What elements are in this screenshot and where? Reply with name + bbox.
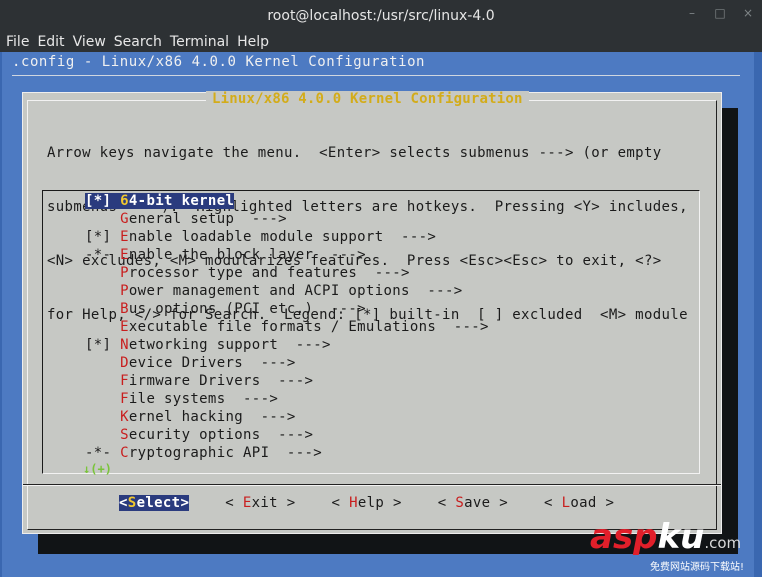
watermark-subtitle: 免费网站源码下载站! xyxy=(650,562,745,573)
maximize-icon[interactable]: □ xyxy=(714,6,726,20)
button-row: <Select> < Exit > < Help > < Save > < Load > xyxy=(119,495,650,511)
hotkey-letter: K xyxy=(120,409,129,425)
menu-entry[interactable]: Bus options (PCI etc.) ---> xyxy=(85,300,489,318)
menu-entry[interactable]: Device Drivers ---> xyxy=(85,354,489,372)
menu-entry[interactable]: -*- Enable the block layer ---> xyxy=(85,246,489,264)
menu-list: [*] 64-bit kernel General setup ---> [*] … xyxy=(85,192,489,462)
menu-list-box: [*] 64-bit kernel General setup ---> [*] … xyxy=(42,190,700,476)
hotkey-letter: B xyxy=(120,301,129,317)
kernel-config-dialog: Linux/x86 4.0.0 Kernel Configuration Arr… xyxy=(22,91,722,534)
window-titlebar[interactable]: root@localhost:/usr/src/linux-4.0 – □ × xyxy=(0,0,762,32)
minimize-icon[interactable]: – xyxy=(686,6,698,20)
hotkey-letter: 6 xyxy=(120,193,129,209)
menu-search[interactable]: Search xyxy=(111,34,165,50)
close-icon[interactable]: × xyxy=(742,6,754,20)
hotkey-letter: P xyxy=(120,283,129,299)
hotkey-letter: N xyxy=(120,337,129,353)
help-button[interactable]: < Help > xyxy=(332,495,402,511)
hotkey-letter: G xyxy=(120,211,129,227)
hotkey-letter: P xyxy=(120,265,129,281)
config-title: .config - Linux/x86 4.0.0 Kernel Configu… xyxy=(12,54,426,70)
save-button[interactable]: < Save > xyxy=(438,495,508,511)
menu-entry[interactable]: Executable file formats / Emulations ---… xyxy=(85,318,489,336)
menu-entry-label: [*] 64-bit kernel xyxy=(85,193,235,209)
menu-entry[interactable]: Firmware Drivers ---> xyxy=(85,372,489,390)
dialog-title: Linux/x86 4.0.0 Kernel Configuration xyxy=(206,91,529,107)
menu-help[interactable]: Help xyxy=(234,34,272,50)
menu-terminal[interactable]: Terminal xyxy=(167,34,232,50)
window-title: root@localhost:/usr/src/linux-4.0 xyxy=(267,8,495,24)
watermark-logo: aspku.com xyxy=(590,517,742,557)
config-title-rule xyxy=(12,75,740,76)
load-button[interactable]: < Load > xyxy=(544,495,614,511)
hotkey-letter: S xyxy=(120,427,129,443)
select-button[interactable]: <Select> xyxy=(119,495,190,511)
menubar: File Edit View Search Terminal Help xyxy=(0,32,762,52)
hotkey-letter: D xyxy=(120,355,129,371)
menu-entry[interactable]: [*] Enable loadable module support ---> xyxy=(85,228,489,246)
menu-edit[interactable]: Edit xyxy=(34,34,67,50)
terminal-area[interactable]: .config - Linux/x86 4.0.0 Kernel Configu… xyxy=(0,52,762,577)
menu-entry[interactable]: File systems ---> xyxy=(85,390,489,408)
menu-entry[interactable]: Power management and ACPI options ---> xyxy=(85,282,489,300)
help-line: Arrow keys navigate the menu. <Enter> se… xyxy=(47,145,662,161)
hotkey-letter: F xyxy=(120,391,129,407)
hotkey-letter: E xyxy=(120,319,129,335)
menu-entry[interactable]: General setup ---> xyxy=(85,210,489,228)
menu-view[interactable]: View xyxy=(70,34,109,50)
more-items-indicator: ↓(+) xyxy=(83,462,112,476)
hotkey-letter: E xyxy=(120,247,129,263)
hotkey-letter: C xyxy=(120,445,129,461)
menu-entry[interactable]: Processor type and features ---> xyxy=(85,264,489,282)
exit-button[interactable]: < Exit > xyxy=(225,495,295,511)
button-divider xyxy=(23,485,721,486)
menu-entry[interactable]: Security options ---> xyxy=(85,426,489,444)
menu-entry[interactable]: Kernel hacking ---> xyxy=(85,408,489,426)
menu-entry[interactable]: -*- Cryptographic API ---> xyxy=(85,444,489,462)
hotkey-letter: F xyxy=(120,373,129,389)
menu-file[interactable]: File xyxy=(3,34,32,50)
hotkey-letter: E xyxy=(120,229,129,245)
menu-entry[interactable]: [*] Networking support ---> xyxy=(85,336,489,354)
menu-entry[interactable]: [*] 64-bit kernel xyxy=(85,192,489,210)
